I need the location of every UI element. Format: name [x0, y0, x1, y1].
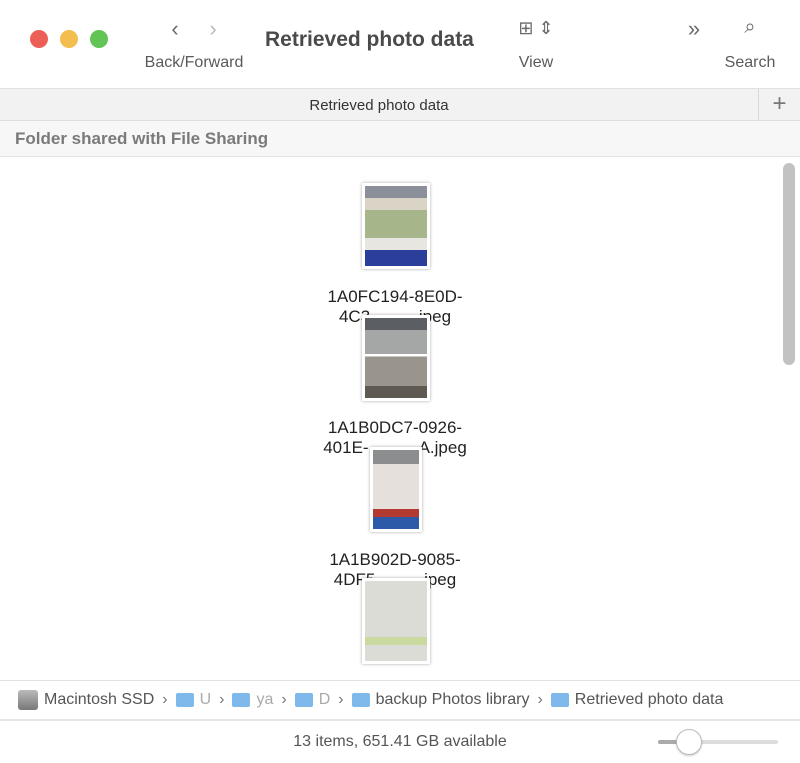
forward-chevron-icon[interactable]: › [201, 16, 225, 42]
path-item[interactable]: U [200, 691, 212, 709]
section-header: Folder shared with File Sharing [0, 121, 800, 157]
folder-icon [351, 693, 370, 707]
tab-bar: Retrieved photo data + [0, 88, 800, 121]
search-label: Search [724, 54, 776, 71]
view-label: View [518, 54, 554, 71]
icon-size-slider-knob[interactable] [676, 729, 702, 755]
tab-retrieved-photo-data[interactable]: Retrieved photo data [0, 89, 758, 121]
photo-thumbnail[interactable] [362, 183, 430, 269]
folder-icon [175, 693, 194, 707]
photo-thumbnail[interactable] [362, 578, 430, 664]
folder-icon [294, 693, 313, 707]
zoom-button[interactable] [90, 30, 108, 48]
path-bar: Macintosh SSD › U › ya › D › backup Photos l… [0, 680, 800, 721]
grid-view-icon[interactable]: ⊞ ⇕ [514, 18, 558, 39]
back-forward-label: Back/Forward [144, 54, 244, 71]
path-item[interactable]: Macintosh SSD [44, 691, 154, 709]
new-tab-plus-icon[interactable]: + [758, 89, 800, 121]
close-button[interactable] [30, 30, 48, 48]
path-item[interactable]: Retrieved photo data [575, 691, 724, 709]
scrollbar-thumb[interactable] [783, 163, 795, 365]
minimize-button[interactable] [60, 30, 78, 48]
window-title: Retrieved photo data [265, 28, 474, 51]
photo-thumbnail[interactable] [362, 315, 430, 401]
search-icon[interactable]: ⌕ [736, 16, 764, 39]
folder-icon [232, 693, 251, 707]
path-item[interactable]: ya [256, 691, 273, 709]
path-item[interactable]: backup Photos library [376, 691, 530, 709]
back-chevron-icon[interactable]: ‹ [163, 16, 187, 42]
photo-thumbnail[interactable] [370, 447, 422, 532]
hard-drive-icon [18, 690, 38, 710]
more-chevrons-icon[interactable]: » [680, 16, 708, 42]
folder-icon [550, 693, 569, 707]
toolbar: ‹ › Back/Forward Retrieved photo data ⊞ … [0, 0, 800, 88]
path-item[interactable]: D [319, 691, 331, 709]
